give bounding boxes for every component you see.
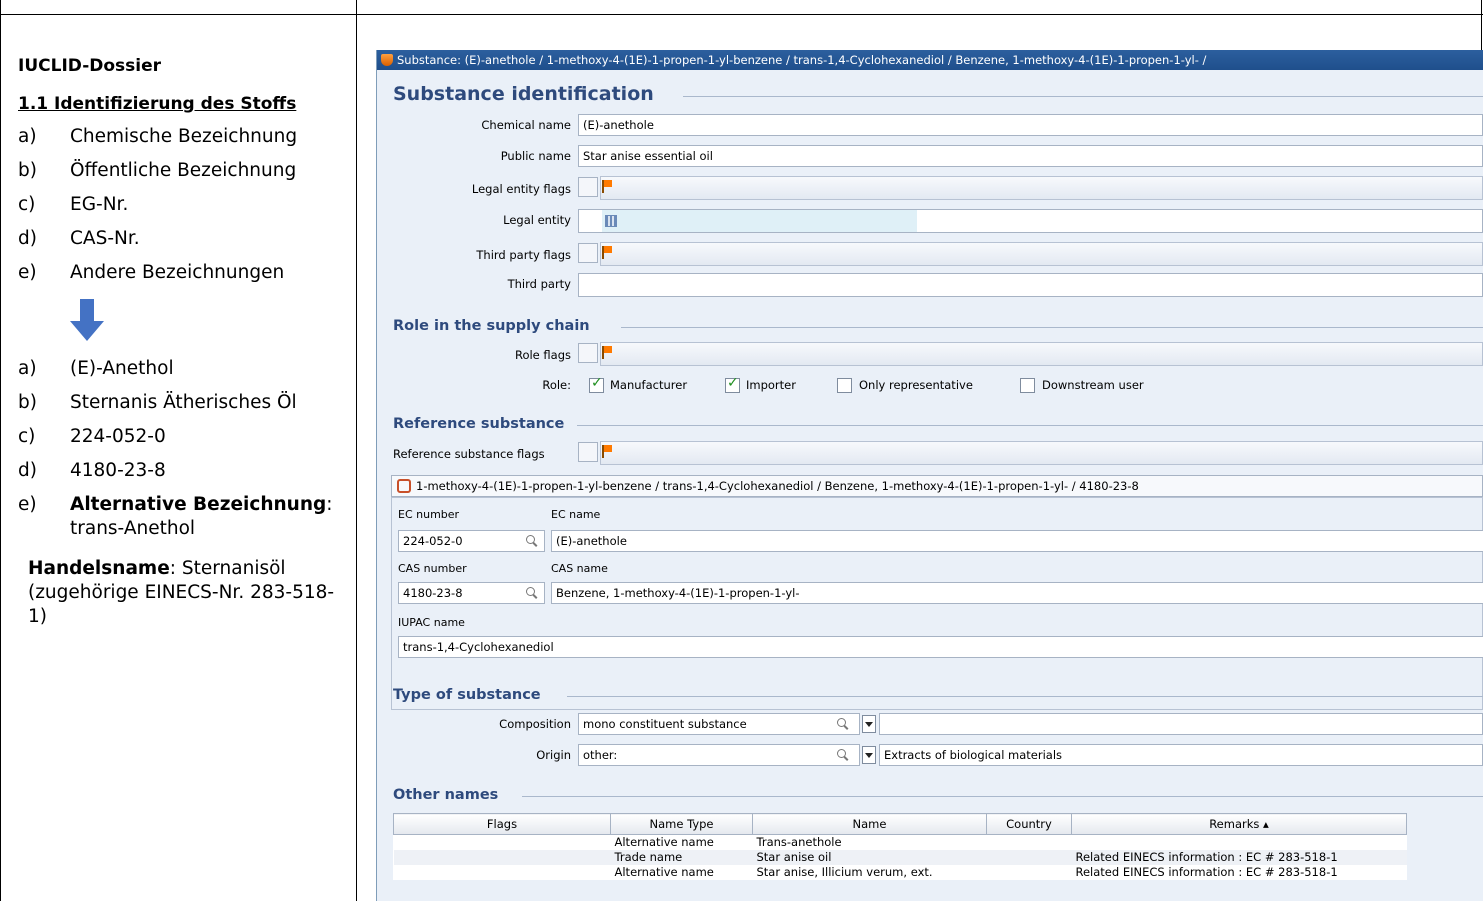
section-type-of-substance: Type of substance: [393, 687, 541, 703]
third-party-flags-label: Third party flags: [476, 248, 571, 262]
role-flags-bar[interactable]: [600, 342, 1483, 366]
third-party-label: Third party: [507, 277, 571, 291]
down-arrow-icon: [70, 299, 104, 343]
manufacturer-checkbox[interactable]: [589, 375, 604, 393]
answer-b: b) Sternanis Ätherisches Öl: [18, 392, 297, 413]
only-representative-label: Only representative: [859, 378, 973, 392]
ec-number-field[interactable]: 224-052-0: [398, 530, 545, 552]
search-icon[interactable]: [837, 749, 849, 761]
cas-number-field[interactable]: 4180-23-8: [398, 582, 545, 604]
legal-entity-value-area: [602, 210, 917, 232]
reference-substance-flags-label: Reference substance flags: [393, 447, 545, 461]
origin-field[interactable]: other:: [578, 744, 860, 766]
reference-substance-icon: [397, 479, 411, 493]
reference-substance-link[interactable]: 1-methoxy-4-(1E)-1-propen-1-yl-benzene /…: [391, 475, 1483, 497]
left-column: IUCLID-Dossier 1.1 Identifizierung des S…: [18, 56, 348, 629]
ec-name-label: EC name: [551, 508, 601, 521]
composition-dropdown-button[interactable]: [862, 715, 876, 733]
composition-label: Composition: [499, 717, 571, 731]
column-header-country[interactable]: Country: [986, 813, 1072, 835]
legal-entity-flags-bar[interactable]: [600, 176, 1483, 200]
flag-icon: [602, 246, 612, 259]
answer-a: a) (E)-Anethol: [18, 358, 174, 379]
iupac-name-field[interactable]: trans-1,4-Cyclohexanediol: [398, 636, 1483, 658]
substance-icon: [381, 54, 393, 66]
column-header-name-type[interactable]: Name Type: [610, 813, 753, 835]
legal-entity-label: Legal entity: [503, 213, 571, 227]
column-header-flags[interactable]: Flags: [393, 813, 611, 835]
window-titlebar: Substance: (E)-anethole / 1-methoxy-4-(1…: [377, 50, 1483, 70]
section-other-names: Other names: [393, 787, 499, 803]
cas-number-label: CAS number: [398, 562, 467, 575]
third-party-flags-bar[interactable]: [600, 242, 1483, 266]
trade-name-note: Handelsname: Sternanisöl (zugehörige EIN…: [28, 558, 335, 627]
flag-icon: [602, 445, 612, 458]
column-divider: [356, 0, 357, 901]
ec-name-field[interactable]: (E)-anethole: [551, 530, 1483, 552]
downstream-user-label: Downstream user: [1042, 378, 1144, 392]
section-role-supply-chain: Role in the supply chain: [393, 318, 590, 334]
chemical-name-label: Chemical name: [481, 118, 571, 132]
table-row[interactable]: Alternative name Trans-anethole: [394, 835, 1407, 851]
iupac-name-label: IUPAC name: [398, 616, 465, 629]
origin-detail-field[interactable]: Extracts of biological materials: [879, 744, 1483, 766]
role-flags-toggle[interactable]: [578, 343, 598, 363]
criterion-b: b) Öffentliche Bezeichnung: [18, 160, 297, 181]
composition-detail-field[interactable]: [879, 713, 1483, 735]
criterion-e: e) Andere Bezeichnungen: [18, 262, 285, 283]
importer-label: Importer: [746, 378, 796, 392]
legal-entity-icon: [605, 215, 617, 227]
flag-icon: [602, 346, 612, 359]
only-representative-checkbox[interactable]: [837, 378, 852, 393]
reference-flags-toggle[interactable]: [578, 442, 598, 462]
downstream-user-checkbox[interactable]: [1020, 378, 1035, 393]
reference-substance-panel: EC number EC name 224-052-0 (E)-anethole…: [391, 497, 1483, 710]
manufacturer-label: Manufacturer: [610, 378, 688, 392]
table-row[interactable]: Trade name Star anise oil Related EINECS…: [393, 850, 1407, 865]
public-name-field[interactable]: Star anise essential oil: [578, 145, 1483, 167]
criterion-a: a) Chemische Bezeichnung: [18, 126, 298, 147]
answer-e: e) Alternative Bezeichnung: trans-Anethol: [18, 494, 333, 539]
section-reference-substance: Reference substance: [393, 416, 565, 432]
other-names-table: Flags Name Type Name Country Remarks ▴ A…: [393, 813, 1407, 880]
reference-flags-bar[interactable]: [600, 441, 1483, 465]
search-icon[interactable]: [526, 587, 538, 599]
table-row[interactable]: Alternative name Star anise, Illicium ve…: [394, 865, 1407, 880]
legal-entity-flags-toggle[interactable]: [578, 177, 598, 197]
iuclid-window: Substance: (E)-anethole / 1-methoxy-4-(1…: [376, 50, 1483, 901]
search-icon[interactable]: [526, 535, 538, 547]
ec-number-label: EC number: [398, 508, 460, 521]
dossier-heading: IUCLID-Dossier: [18, 56, 162, 76]
document-border-top: [0, 14, 1483, 15]
column-header-remarks[interactable]: Remarks ▴: [1071, 813, 1407, 835]
flag-icon: [602, 180, 612, 193]
criterion-c: c) EG-Nr.: [18, 194, 129, 215]
table-header-row: Flags Name Type Name Country Remarks ▴: [393, 813, 1407, 835]
cas-name-label: CAS name: [551, 562, 608, 575]
identification-subheading: 1.1 Identifizierung des Stoffs: [18, 94, 297, 114]
search-icon[interactable]: [837, 718, 849, 730]
composition-field[interactable]: mono constituent substance: [578, 713, 860, 735]
third-party-field[interactable]: [578, 273, 1483, 297]
section-substance-identification: Substance identification: [393, 83, 654, 105]
cas-name-field[interactable]: Benzene, 1-methoxy-4-(1E)-1-propen-1-yl-: [551, 582, 1483, 604]
origin-label: Origin: [536, 748, 571, 762]
importer-checkbox[interactable]: [725, 375, 740, 393]
origin-dropdown-button[interactable]: [862, 746, 876, 764]
role-flags-label: Role flags: [514, 348, 571, 362]
answer-d: d) 4180-23-8: [18, 460, 166, 481]
third-party-flags-toggle[interactable]: [578, 243, 598, 263]
legal-entity-flags-label: Legal entity flags: [471, 182, 571, 196]
document-border-left: [0, 0, 1, 901]
criterion-d: d) CAS-Nr.: [18, 228, 140, 249]
answer-c: c) 224-052-0: [18, 426, 166, 447]
role-label: Role:: [542, 378, 571, 392]
public-name-label: Public name: [500, 149, 571, 163]
chemical-name-field[interactable]: (E)-anethole: [578, 114, 1483, 136]
column-header-name[interactable]: Name: [752, 813, 987, 835]
